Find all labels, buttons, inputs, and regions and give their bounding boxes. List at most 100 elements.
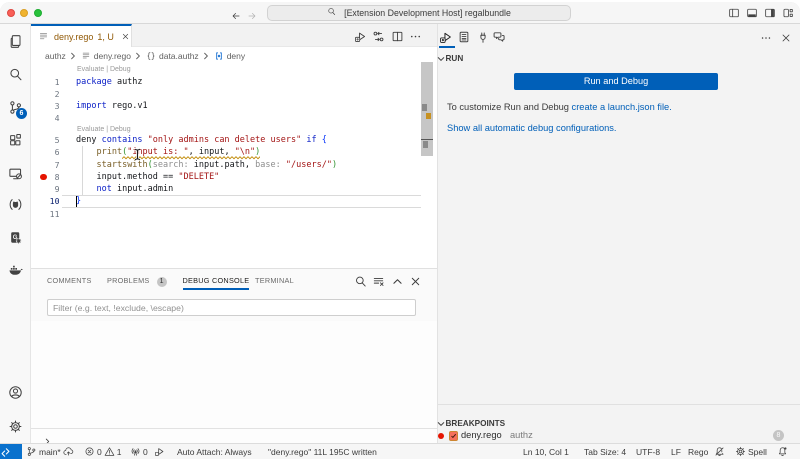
hint-prefix: To customize Run and Debug: [447, 102, 572, 112]
status-encoding[interactable]: UTF-8: [636, 444, 660, 459]
views-more-button[interactable]: [760, 31, 772, 43]
breakpoint-list-item[interactable]: deny.rego authz 8: [438, 429, 800, 443]
split-editor-icon: [391, 30, 404, 43]
status-notifications-muted[interactable]: [714, 444, 725, 459]
breakpoint-dot-icon: [438, 433, 444, 439]
codelens[interactable]: Evaluate | Debug: [77, 66, 131, 73]
activity-item-docker[interactable]: [8, 262, 23, 277]
close-sidebar-button[interactable]: [780, 31, 792, 43]
clear-console-icon: [372, 275, 385, 288]
breadcrumbs[interactable]: authz deny.rego data.authz deny: [31, 47, 437, 62]
activity-item-settings[interactable]: [8, 419, 23, 434]
panel-tab-terminal[interactable]: TERMINAL: [255, 269, 294, 293]
clear-console-button[interactable]: [372, 275, 385, 288]
debug-console-output[interactable]: [31, 321, 437, 428]
split-editor-button[interactable]: [391, 30, 404, 43]
traffic-light-minimize[interactable]: [20, 9, 28, 17]
run-and-debug-button[interactable]: Run and Debug: [514, 73, 718, 90]
close-panel-button[interactable]: [409, 275, 422, 288]
status-language-mode[interactable]: Rego: [688, 444, 708, 459]
activity-item-accounts[interactable]: [8, 385, 23, 400]
close-sidebar-icon: [780, 32, 792, 44]
open-changes-icon: [372, 30, 385, 43]
debug-console-filter-input[interactable]: [47, 299, 416, 316]
run-and-debug-sidebar: RUN Run and Debug To customize Run and D…: [437, 24, 800, 443]
toggle-panel-button[interactable]: [746, 6, 758, 18]
status-debug[interactable]: [154, 444, 165, 459]
open-changes-button[interactable]: [372, 30, 385, 43]
create-launch-json-link[interactable]: create a launch.json file.: [572, 102, 672, 112]
output-icon: [457, 30, 471, 44]
breakpoints-section-chevron-icon: [436, 419, 446, 429]
run-or-debug-button[interactable]: [354, 30, 367, 43]
traffic-light-close[interactable]: [7, 9, 15, 17]
indent-guide: [82, 146, 83, 195]
code-editor[interactable]: Evaluate | Debug1package authz23import r…: [31, 62, 437, 268]
codelens-link-evaluate[interactable]: Evaluate: [77, 126, 104, 133]
activity-item-opa[interactable]: [8, 197, 23, 212]
activity-item-explorer[interactable]: [8, 34, 23, 49]
cloud-upload-icon: [63, 446, 74, 457]
breadcrumb-authz[interactable]: authz: [45, 51, 66, 61]
status-sync[interactable]: [63, 444, 74, 459]
breadcrumb-data-authz[interactable]: data.authz: [146, 51, 199, 61]
codelens[interactable]: Evaluate | Debug: [77, 126, 131, 133]
status-problems[interactable]: 01: [84, 444, 121, 459]
panel-tab-comments[interactable]: COMMENTS: [47, 269, 92, 293]
status-indentation[interactable]: Tab Size: 4: [584, 444, 626, 459]
opa-icon: [8, 197, 23, 212]
codelens-link-evaluate[interactable]: Evaluate: [77, 66, 104, 73]
status-eol-label: LF: [671, 447, 681, 457]
breakpoint-glyph[interactable]: [40, 174, 47, 181]
panel-tab-label: COMMENTS: [47, 276, 92, 285]
toggle-secondary-sidebar-button[interactable]: [764, 6, 776, 18]
activity-item-remote-explorer[interactable]: [8, 166, 23, 181]
traffic-light-zoom[interactable]: [34, 9, 42, 17]
maximize-panel-button[interactable]: [391, 275, 404, 288]
breakpoint-checkbox[interactable]: [449, 431, 459, 441]
run-section-title: RUN: [446, 54, 464, 63]
overview-modified-mark: [422, 104, 427, 111]
view-tab-ports[interactable]: [476, 30, 490, 44]
debug-console-repl[interactable]: [31, 428, 437, 444]
breakpoints-section-title: BREAKPOINTS: [446, 419, 506, 428]
status-auto-attach[interactable]: Auto Attach: Always: [177, 444, 252, 459]
tab-close-icon[interactable]: [121, 32, 130, 41]
more-actions-button[interactable]: [409, 30, 422, 43]
codelens-link-debug[interactable]: Debug: [110, 66, 131, 73]
status-branch-label: main*: [39, 447, 61, 457]
view-tab-run-and-debug[interactable]: [439, 30, 453, 44]
tab-deny-rego[interactable]: deny.rego1, U: [31, 24, 132, 47]
search-icon: [8, 67, 23, 82]
remote-indicator[interactable]: [0, 444, 22, 459]
command-center[interactable]: [Extension Development Host] regalbundle: [267, 5, 571, 21]
codelens-link-debug[interactable]: Debug: [110, 126, 131, 133]
find-button[interactable]: [354, 275, 367, 288]
breakpoint-path: authz: [510, 430, 533, 440]
toggle-primary-sidebar-button[interactable]: [728, 6, 740, 18]
breadcrumb-deny[interactable]: deny: [214, 51, 245, 61]
panel-tab-problems[interactable]: PROBLEMS1: [107, 269, 167, 293]
view-tab-output[interactable]: [457, 30, 471, 44]
status-spell-checker[interactable]: Spell: [735, 444, 767, 459]
activity-item-search[interactable]: [8, 67, 23, 82]
customize-layout-button[interactable]: [782, 6, 794, 18]
status-saved-message[interactable]: "deny.rego" 11L 195C written: [268, 444, 377, 459]
run-or-debug-icon: [354, 30, 367, 43]
status-branch[interactable]: main*: [26, 444, 61, 459]
activity-item-container-tools[interactable]: G: [8, 230, 23, 245]
breadcrumb-deny-rego[interactable]: deny.rego: [81, 51, 131, 61]
status-auto-attach-label: Auto Attach: Always: [177, 447, 252, 457]
status-eol[interactable]: LF: [671, 444, 681, 459]
status-cursor-position[interactable]: Ln 10, Col 1: [523, 444, 569, 459]
breadcrumb-separator-icon: [201, 51, 211, 61]
panel-tab-debug-console[interactable]: DEBUG CONSOLE: [183, 269, 250, 293]
show-all-configs-link[interactable]: Show all automatic debug configurations.: [447, 123, 617, 133]
activity-item-extensions[interactable]: [8, 133, 23, 148]
section-divider: [438, 404, 800, 405]
activity-item-source-control[interactable]: 6: [8, 100, 23, 115]
view-tab-comments[interactable]: [492, 30, 506, 44]
run-section-header[interactable]: RUN: [438, 50, 800, 66]
status-notifications[interactable]: [777, 444, 788, 459]
status-ports[interactable]: 0: [130, 444, 148, 459]
